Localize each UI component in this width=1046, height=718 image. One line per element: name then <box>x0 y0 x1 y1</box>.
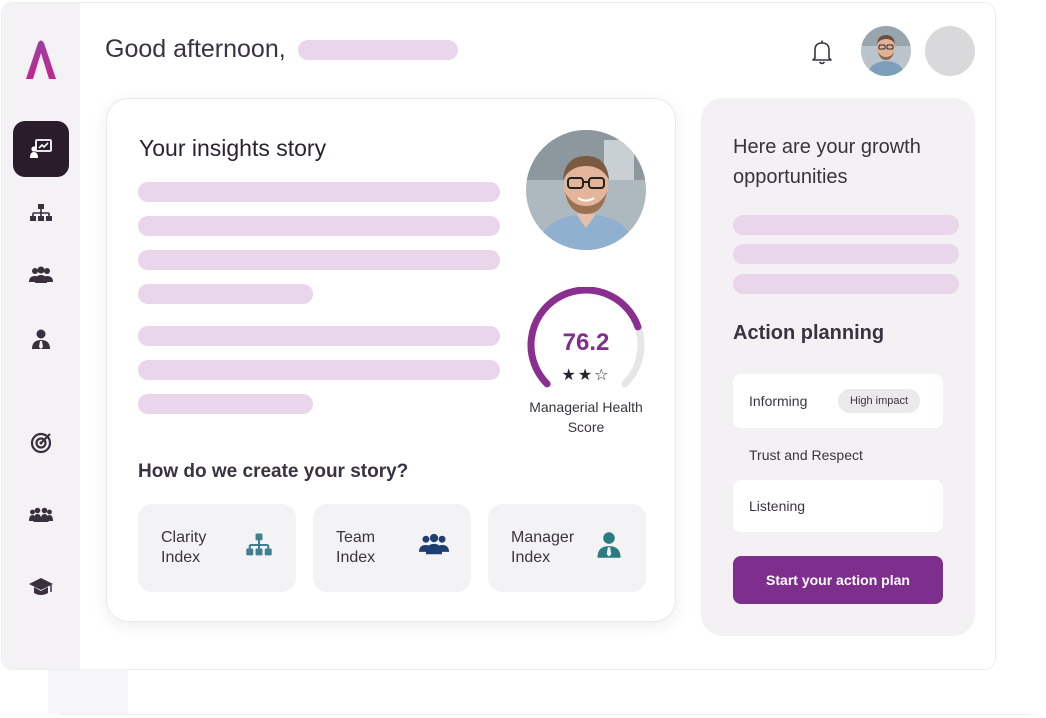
team-index-tile[interactable]: Team Index <box>313 504 471 592</box>
manager-icon <box>32 329 50 349</box>
text-placeholder-bar <box>733 215 959 235</box>
profile-placeholder-avatar[interactable] <box>925 26 975 76</box>
text-placeholder-bar <box>733 244 959 264</box>
manager-icon <box>597 532 621 558</box>
text-placeholder-bar <box>138 394 313 414</box>
graduation-cap-icon <box>29 578 53 595</box>
background-shadow-block <box>48 668 128 714</box>
nav-item-team[interactable] <box>13 247 69 303</box>
greeting: Good afternoon, <box>105 35 458 64</box>
text-placeholder-bar <box>138 360 500 380</box>
action-planning-title: Action planning <box>733 322 885 344</box>
sidebar <box>2 3 80 669</box>
impact-badge: High impact <box>838 389 921 413</box>
clarity-index-tile[interactable]: Clarity Index <box>138 504 296 592</box>
app-window: Good afternoon, Your insights story 76.2… <box>1 2 996 670</box>
growth-title: Here are your growth opportunities <box>733 136 921 188</box>
org-chart-icon <box>30 204 52 221</box>
nav-item-org-chart[interactable] <box>13 185 69 241</box>
team-icon <box>29 266 53 283</box>
text-placeholder-bar <box>138 182 500 202</box>
org-chart-icon <box>246 533 272 556</box>
action-item-trust[interactable]: Trust and Respect <box>733 428 943 482</box>
action-item-label: Trust and Respect <box>749 447 863 463</box>
text-placeholder-bar <box>138 250 500 270</box>
bell-icon[interactable] <box>808 37 836 67</box>
brand-logo-icon <box>26 40 56 79</box>
health-score-value: 76.2 <box>562 329 610 356</box>
action-item-label: Listening <box>749 498 806 514</box>
text-placeholder-bar <box>138 216 500 236</box>
growth-panel: Here are your growth opportunities Actio… <box>701 98 975 636</box>
text-placeholder-bar <box>138 284 313 304</box>
health-score-label: Managerial Health Score <box>529 399 643 435</box>
portrait-photo <box>526 130 646 250</box>
manager-portrait <box>526 130 646 250</box>
team-icon <box>419 533 449 555</box>
nav-item-groups[interactable] <box>13 487 69 543</box>
text-placeholder-bar <box>138 326 500 346</box>
nav-item-goals[interactable] <box>13 415 69 471</box>
manager-index-tile[interactable]: Manager Index <box>488 504 646 592</box>
group-icon <box>29 507 53 522</box>
index-label: Clarity Index <box>161 529 207 566</box>
health-score-stars: ★★☆ <box>561 367 611 384</box>
text-placeholder-bar <box>733 274 959 294</box>
user-name-placeholder <box>297 39 458 60</box>
insights-card: Your insights story 76.2 ★★☆ Managerial … <box>106 98 676 622</box>
dashboard-presentation-icon <box>30 139 52 158</box>
action-item-label: Informing <box>749 393 808 409</box>
action-item-informing[interactable]: Informing High impact <box>733 374 943 428</box>
nav-item-manager[interactable] <box>13 311 69 367</box>
index-label: Team Index <box>336 529 376 566</box>
background-shadow-line <box>60 714 1030 715</box>
greeting-text: Good afternoon, <box>105 35 286 63</box>
action-item-listening[interactable]: Listening <box>733 480 943 532</box>
nav-item-dashboard[interactable] <box>13 121 69 177</box>
nav-item-learning[interactable] <box>13 559 69 615</box>
target-icon <box>30 432 52 454</box>
story-question: How do we create your story? <box>138 461 409 482</box>
user-avatar[interactable] <box>861 26 911 76</box>
avatar-photo <box>861 26 911 76</box>
insights-title: Your insights story <box>139 135 327 161</box>
start-action-plan-button[interactable]: Start your action plan <box>733 556 943 604</box>
index-label: Manager Index <box>511 529 575 566</box>
